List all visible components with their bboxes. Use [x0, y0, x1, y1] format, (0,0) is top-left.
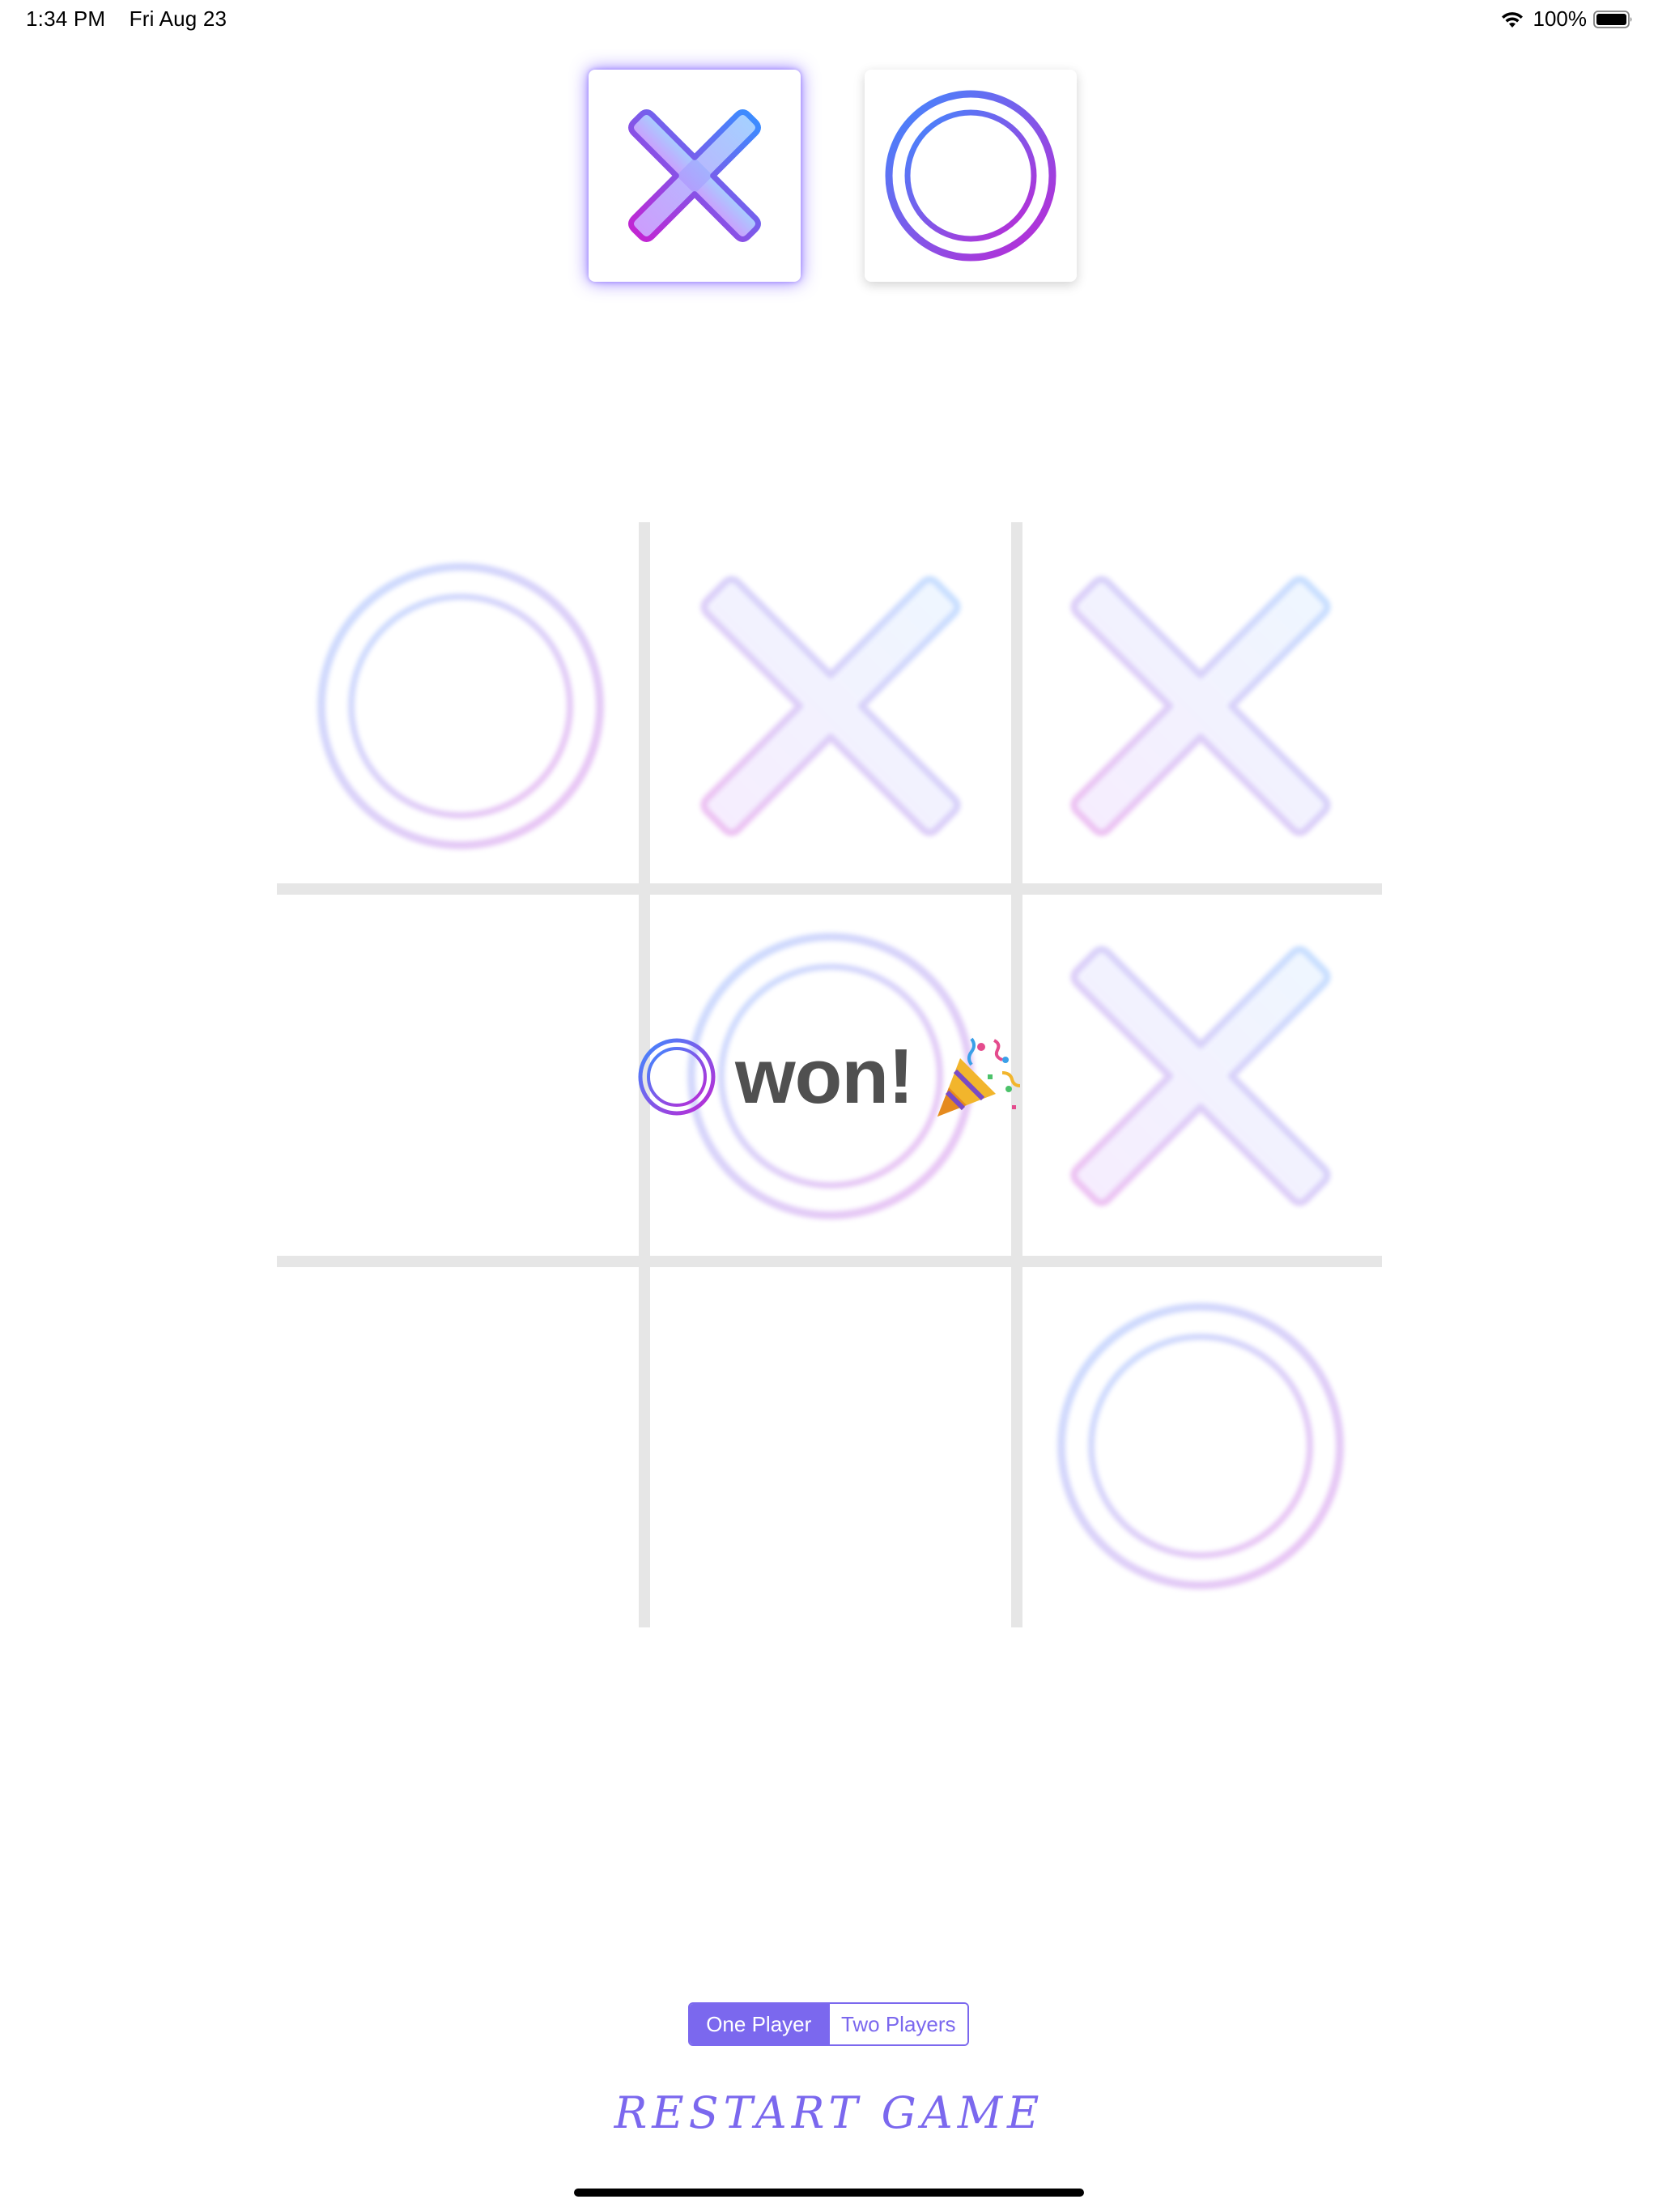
battery-percent: 100% — [1533, 6, 1588, 31]
winner-text: won! — [735, 1033, 914, 1120]
board-cell-o-mark — [317, 563, 604, 849]
status-bar-left: 1:34 PM Fri Aug 23 — [26, 6, 244, 32]
wifi-icon — [1501, 11, 1523, 28]
winner-banner: won! — [636, 1028, 1020, 1125]
status-bar-right: 100% — [1499, 6, 1635, 32]
grid-line-h1 — [277, 883, 1382, 895]
two-players-option[interactable]: Two Players — [827, 2004, 967, 2044]
o-mark-icon — [638, 1038, 716, 1116]
home-indicator[interactable] — [574, 2189, 1084, 2197]
board-cell-x-mark — [700, 576, 961, 836]
grid-line-h2 — [277, 1256, 1382, 1267]
o-mark-icon — [885, 90, 1056, 262]
restart-game-button[interactable]: Restart Game — [0, 2087, 1658, 2138]
status-date: Fri Aug 23 — [129, 6, 227, 31]
status-time: 1:34 PM — [26, 6, 106, 31]
battery-icon — [1593, 10, 1632, 28]
player-x-tile[interactable] — [589, 70, 801, 282]
board-cell-o-mark — [1057, 1303, 1344, 1589]
party-popper-icon — [937, 1037, 1020, 1117]
player-o-tile[interactable] — [865, 70, 1077, 282]
board-cell-x-mark — [1070, 946, 1331, 1206]
board-cell-x-mark — [1070, 576, 1331, 836]
x-mark-icon — [628, 109, 761, 242]
mode-selector: One Player Two Players — [688, 2002, 969, 2046]
one-player-option[interactable]: One Player — [690, 2004, 828, 2044]
app-root: 1:34 PM Fri Aug 23 100% won! One Player … — [0, 0, 1658, 2212]
